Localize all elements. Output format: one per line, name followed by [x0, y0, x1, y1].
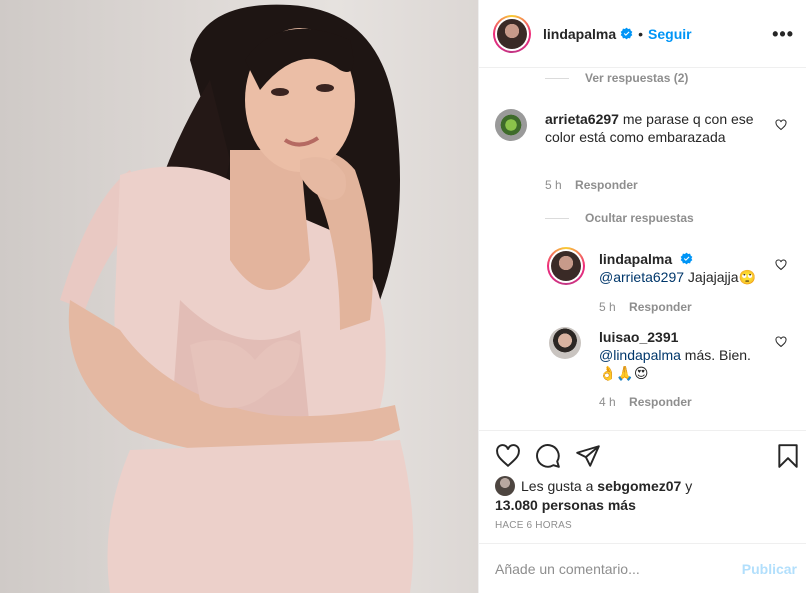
- reply-body: Jajajajja🙄: [684, 269, 756, 285]
- divider: [545, 217, 569, 219]
- verified-badge-icon: [620, 27, 633, 40]
- comment-like-heart-icon[interactable]: [775, 119, 787, 131]
- mention-link[interactable]: @arrieta6297: [599, 269, 684, 285]
- reply-avatar[interactable]: [547, 247, 585, 285]
- reply-username[interactable]: luisao_2391: [599, 329, 678, 345]
- portrait-illustration: [60, 4, 414, 593]
- reply-avatar[interactable]: [549, 327, 581, 359]
- bookmark-icon[interactable]: [775, 443, 801, 469]
- reply-time: 5 h: [599, 300, 616, 314]
- divider: [545, 77, 569, 79]
- commenter-avatar[interactable]: [495, 109, 527, 141]
- comment-meta: 5 h Responder: [545, 178, 638, 192]
- comment-time: 5 h: [545, 178, 562, 192]
- verified-badge-icon: [680, 252, 693, 265]
- reply-button[interactable]: Responder: [629, 300, 692, 314]
- share-icon[interactable]: [575, 443, 601, 469]
- more-options-icon[interactable]: •••: [772, 24, 794, 45]
- comment-text: arrieta6297 me parase q con ese color es…: [545, 110, 770, 146]
- add-comment-bar: Añade un comentario... Publicar: [479, 543, 806, 593]
- author-username[interactable]: lindapalma: [543, 26, 616, 42]
- post-actions: Les gusta a sebgomez07 y 13.080 personas…: [479, 430, 806, 543]
- view-replies-label: Ver respuestas (2): [585, 71, 689, 85]
- reply-meta: 5 h Responder: [599, 300, 692, 314]
- reply-meta: 4 h Responder: [599, 395, 692, 409]
- reply-time: 4 h: [599, 395, 616, 409]
- reply-username[interactable]: lindapalma: [599, 251, 672, 267]
- comments-list: Ver respuestas (2) arrieta6297 me parase…: [479, 69, 806, 430]
- reply-like-heart-icon[interactable]: [775, 259, 787, 271]
- heart-icon[interactable]: [495, 443, 521, 469]
- reply-text: luisao_2391 @lindapalma más. Bien. 👌🙏😍: [599, 328, 769, 382]
- publish-button[interactable]: Publicar: [742, 561, 797, 577]
- reply-text: lindapalma @arrieta6297 Jajajajja🙄: [599, 250, 769, 286]
- likes-count[interactable]: 13.080 personas más: [495, 497, 636, 513]
- likes-prefix: Les gusta a: [521, 478, 598, 494]
- comment-input[interactable]: Añade un comentario...: [495, 561, 742, 577]
- hide-replies-label: Ocultar respuestas: [585, 211, 694, 225]
- reply-emojis: 👌🙏😍: [599, 365, 649, 381]
- liker-avatar[interactable]: [495, 476, 515, 496]
- hide-replies-button[interactable]: Ocultar respuestas: [545, 211, 694, 225]
- comment-icon[interactable]: [535, 443, 561, 469]
- reply-like-heart-icon[interactable]: [775, 336, 787, 348]
- post-photo[interactable]: [0, 0, 478, 593]
- reply-button[interactable]: Responder: [575, 178, 638, 192]
- likes-connector: y: [681, 478, 693, 494]
- follow-button[interactable]: Seguir: [648, 26, 692, 42]
- view-replies-button[interactable]: Ver respuestas (2): [545, 71, 688, 85]
- author-avatar[interactable]: [493, 14, 531, 53]
- header-separator: •: [638, 25, 644, 42]
- instagram-post: lindapalma • Seguir ••• Ver respuestas (…: [0, 0, 806, 593]
- post-side-panel: lindapalma • Seguir ••• Ver respuestas (…: [478, 0, 806, 593]
- post-timestamp[interactable]: HACE 6 HORAS: [495, 520, 572, 531]
- reply-button[interactable]: Responder: [629, 395, 692, 409]
- liker-username[interactable]: sebgomez07: [597, 478, 681, 494]
- post-header: lindapalma • Seguir •••: [479, 0, 806, 68]
- mention-link[interactable]: @lindapalma: [599, 347, 681, 363]
- commenter-username[interactable]: arrieta6297: [545, 111, 619, 127]
- likes-summary: Les gusta a sebgomez07 y 13.080 personas…: [495, 476, 692, 514]
- reply-body: más. Bien.: [680, 347, 751, 363]
